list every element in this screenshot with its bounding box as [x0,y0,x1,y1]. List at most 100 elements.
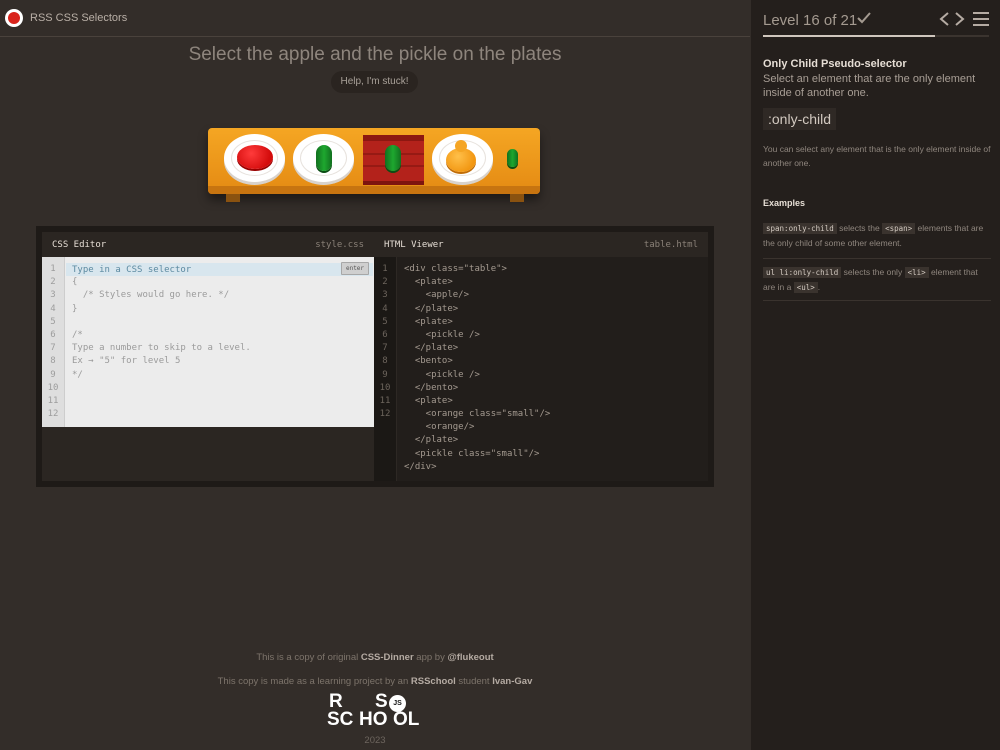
example-code: ul li:only-child [763,267,842,278]
html-viewer-filename: table.html [643,240,698,250]
code-line: </bento> [404,382,459,393]
code-line: /* Styles would go here. */ [72,290,230,301]
pickle-small[interactable] [507,149,518,167]
line-number [374,421,396,434]
line-number: 11 [47,395,59,406]
css-dinner-link[interactable]: CSS-Dinner [361,652,414,663]
level-indicator: Level 16 of 21 [763,12,858,29]
selector-name: Only Child Pseudo-selector [763,58,907,70]
line-number [374,461,396,474]
line-number: 5 [382,316,388,327]
code-line: </plate> [404,303,459,314]
css-selector-input[interactable] [66,263,373,276]
menu-icon[interactable] [973,12,989,26]
example-1: span:only-child selects the <span> eleme… [763,221,991,251]
example-text: selects the [836,223,883,233]
level-sidebar: Level 16 of 21 Only Child Pseudo-selecto… [751,0,1000,750]
dinner-table [208,128,540,208]
orange-small[interactable] [446,140,476,172]
css-editor-filename: style.css [315,240,364,250]
example-tag: <ul> [793,282,818,293]
footer-year: 2023 [364,735,386,746]
html-code-area: 1 2 3 4 5 6 7 8 9 10 11 12 <div class="table"> <pla… [374,257,708,481]
logo-letter: HO [359,709,388,730]
example-tag: <li> [904,267,929,278]
app-title: RSS CSS Selectors [30,12,128,24]
app-header: RSS CSS Selectors [0,0,750,37]
code-line: <bento> [404,356,453,367]
code-line: */ [72,369,83,380]
css-editor-header: CSS Editor style.css [42,232,374,257]
line-number: 1 [382,264,388,274]
prev-level-icon[interactable] [937,11,951,27]
html-line-numbers: 1 2 3 4 5 6 7 8 9 10 11 12 [374,257,397,481]
footer-credit: This is a copy of original CSS-Dinner ap… [0,652,750,663]
line-number: 1 [50,264,56,274]
line-number: 5 [50,316,56,327]
line-number [374,448,396,461]
example-text: . [817,282,821,292]
student-link[interactable]: Ivan-Gav [492,676,532,687]
line-number: 9 [382,369,388,380]
level-header: Level 16 of 21 [751,0,1000,37]
code-line: <div class="table"> [404,264,507,274]
example-text: selects the only [841,267,905,277]
code-line: <pickle class="small"/> [404,448,540,459]
footer-text: This copy is made as a learning project … [217,676,411,687]
line-number: 8 [382,356,388,367]
apple[interactable] [237,145,273,169]
line-number: 2 [382,277,388,288]
code-line: </plate> [404,343,459,354]
line-number: 7 [50,343,56,354]
selector-syntax: :only-child [763,108,837,130]
rsschool-link[interactable]: RSSchool [411,676,456,687]
code-line: <apple/> [404,290,470,301]
line-number: 6 [382,329,388,340]
table-leg [226,194,240,202]
next-level-icon[interactable] [953,11,967,27]
footer-text: student [455,676,493,687]
code-line: <plate> [404,395,453,406]
footer-project-note: This copy is made as a learning project … [0,676,750,687]
css-editor-footer [42,427,374,481]
selector-hint: You can select any element that is the o… [763,144,991,168]
css-code-area: 1 2 3 4 5 6 7 8 9 10 11 12 { /* Styles would go her… [42,257,374,427]
pickle-in-bento[interactable] [385,145,401,171]
line-number: 11 [379,395,391,406]
line-number: 10 [379,382,391,393]
code-line: <pickle /> [404,329,480,340]
line-number: 2 [50,277,56,288]
css-editor-title: CSS Editor [52,240,107,250]
table-leg [510,194,524,202]
code-line: Type a number to skip to a level. [72,343,251,354]
rsschool-logo[interactable]: R S JS SC HO OL [327,692,425,730]
line-number: 8 [50,356,56,367]
level-progress-bar [763,35,989,37]
enter-button[interactable]: enter [341,262,369,275]
flukeout-link[interactable]: @flukeout [447,652,493,663]
html-viewer-header: HTML Viewer table.html [374,232,708,257]
selector-title: Select an element that are the only elem… [763,73,976,99]
css-editor: CSS Editor style.css 1 2 3 4 5 6 7 8 9 10 11 12 { /… [42,232,374,481]
example-divider [763,258,991,259]
logo-letter: SC [327,709,354,730]
line-number: 10 [47,382,59,393]
example-tag: <span> [882,223,916,234]
code-line: Ex → "5" for level 5 [72,356,181,367]
footer-text: This is a copy of original [256,652,361,663]
pickle[interactable] [316,145,332,171]
code-line: <plate> [404,316,453,327]
line-number: 6 [50,329,56,340]
editor-panel: CSS Editor style.css 1 2 3 4 5 6 7 8 9 10 11 12 { /… [36,226,714,487]
code-line: <orange class="small"/> [404,409,551,420]
help-button[interactable]: Help, I'm stuck! [331,71,418,93]
example-2: ul li:only-child selects the only <li> e… [763,265,991,295]
examples-title: Examples [763,198,806,208]
html-viewer: HTML Viewer table.html 1 2 3 4 5 6 7 8 9 10 11 12 <… [374,232,708,481]
code-line: <orange/> [404,422,475,433]
line-number: 12 [47,409,59,420]
footer-text: app by [413,652,448,663]
